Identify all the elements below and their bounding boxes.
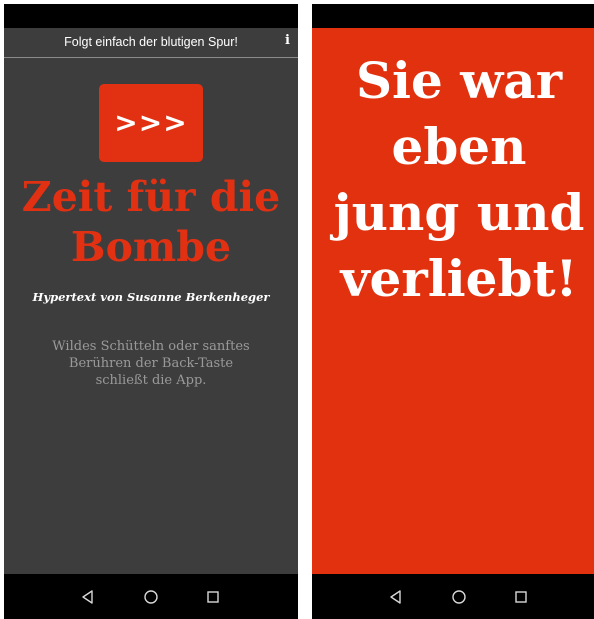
recents-icon[interactable] [205, 589, 221, 605]
status-bar [312, 4, 594, 28]
navigation-bar [312, 574, 594, 619]
story-line: verliebt! [340, 249, 578, 308]
story-line: eben [391, 117, 527, 176]
instructions-text: Wildes Schütteln oder sanftes Berühren d… [34, 338, 268, 389]
title-line: Bombe [70, 223, 232, 271]
story-line: Sie war [355, 51, 563, 110]
back-icon[interactable] [388, 589, 404, 605]
info-button[interactable]: i [285, 33, 290, 48]
back-icon[interactable] [80, 589, 96, 605]
phone-right: Sie war eben jung und verliebt! [312, 4, 594, 619]
title-line: Zeit für die [21, 173, 281, 221]
instructions-line: Wildes Schütteln oder sanftes [52, 339, 250, 354]
app-screen: Folgt einfach der blutigen Spur! i >>> Z… [4, 28, 298, 574]
start-button[interactable]: >>> [99, 84, 203, 162]
page-title: Zeit für die Bombe [4, 172, 298, 272]
instructions-line: Berühren der Back-Taste [68, 356, 234, 371]
status-bar [4, 4, 298, 28]
instructions-line: schließt die App. [95, 373, 207, 388]
story-line: jung und [333, 183, 585, 242]
story-screen[interactable]: Sie war eben jung und verliebt! [312, 28, 594, 574]
app-bar-title: Folgt einfach der blutigen Spur! [64, 35, 238, 49]
story-text: Sie war eben jung und verliebt! [312, 48, 594, 312]
home-icon[interactable] [143, 589, 159, 605]
navigation-bar [4, 574, 298, 619]
app-bar: Folgt einfach der blutigen Spur! i [4, 28, 298, 58]
byline: Hypertext von Susanne Berkenheger [32, 290, 270, 304]
recents-icon[interactable] [513, 589, 529, 605]
phone-left: Folgt einfach der blutigen Spur! i >>> Z… [4, 4, 298, 619]
home-icon[interactable] [451, 589, 467, 605]
